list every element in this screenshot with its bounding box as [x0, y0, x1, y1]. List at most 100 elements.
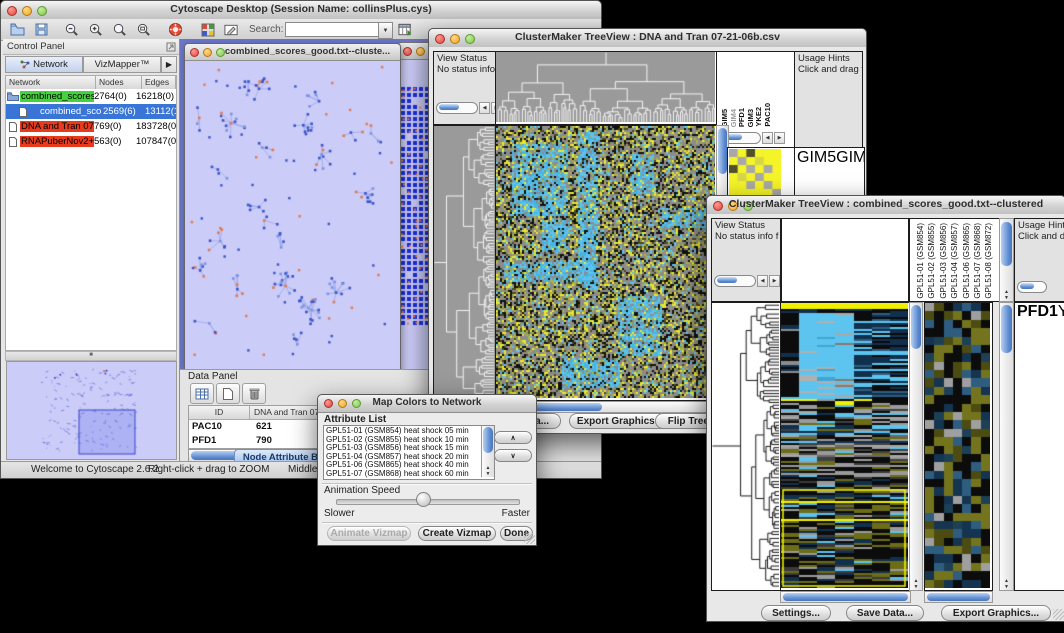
- close-button[interactable]: [403, 47, 412, 56]
- minimize-button[interactable]: [416, 47, 425, 56]
- delete-attribute-trash-icon[interactable]: [242, 383, 266, 404]
- annotation-icon[interactable]: [223, 21, 240, 38]
- attribute-item[interactable]: GPL51-02 (GSM855) heat shock 10 min: [324, 436, 481, 445]
- scroll-left-icon[interactable]: ◀: [762, 132, 773, 144]
- new-attribute-button[interactable]: [216, 383, 240, 404]
- table-mode-button[interactable]: [190, 383, 214, 404]
- row-dendrogram[interactable]: [433, 125, 497, 401]
- network-view-canvas[interactable]: [186, 61, 398, 368]
- float-panel-icon[interactable]: [166, 42, 176, 52]
- scroll-arrows[interactable]: ▲▼: [1000, 289, 1013, 301]
- resize-grip[interactable]: [1053, 609, 1064, 620]
- heatmap-vscrollbar[interactable]: ▲▼: [909, 302, 923, 591]
- open-session-button[interactable]: [9, 21, 26, 38]
- speed-slider-thumb[interactable]: [416, 492, 431, 507]
- treeview2-titlebar[interactable]: ClusterMaker TreeView : combined_scores_…: [707, 196, 1064, 215]
- zoom-selected-icon[interactable]: [135, 21, 152, 38]
- zoom-fit-icon[interactable]: [111, 21, 128, 38]
- col-network[interactable]: Network: [6, 76, 96, 89]
- export-graphics-button[interactable]: Export Graphics...: [941, 605, 1051, 621]
- scroll-left-icon[interactable]: ◀: [757, 275, 768, 287]
- treeview2-window: ClusterMaker TreeView : combined_scores_…: [706, 195, 1064, 622]
- gene-dendrogram[interactable]: [711, 302, 782, 591]
- network-row[interactable]: combined_scores 2764(0) 16218(0): [6, 89, 176, 104]
- gene-label[interactable]: YRA1: [1058, 303, 1064, 320]
- attribute-item[interactable]: GPL51-06 (GSM865) heat shock 40 min: [324, 461, 481, 470]
- view-status-title: View Status: [437, 53, 496, 64]
- control-panel: Control Panel Network VizMapper™ ▶ Netwo…: [3, 39, 180, 463]
- scroll-right-icon[interactable]: ▶: [769, 275, 780, 287]
- animate-vizmap-button[interactable]: Animate Vizmap: [327, 526, 411, 541]
- zoom-heatmap[interactable]: [924, 302, 993, 591]
- animate-vizmap-label: Animate Vizmap: [330, 528, 407, 539]
- control-panel-title: Control Panel: [7, 41, 65, 52]
- vizmapper-grid-icon[interactable]: [199, 21, 216, 38]
- column-label: GPL51-03 (GSM856): [938, 223, 949, 299]
- mini-scrollbar[interactable]: ◀▶: [714, 275, 780, 287]
- col-edges[interactable]: Edges: [142, 76, 176, 89]
- heatmap-hscrollbar[interactable]: [780, 591, 911, 603]
- import-table-icon[interactable]: [397, 21, 414, 38]
- resize-grip[interactable]: [524, 533, 535, 544]
- dialog-titlebar[interactable]: Map Colors to Network: [318, 395, 536, 413]
- global-heatmap[interactable]: [780, 302, 911, 591]
- search-input[interactable]: [285, 22, 383, 37]
- col-id[interactable]: ID: [189, 406, 250, 419]
- attribute-item[interactable]: GPL51-07 (GSM868) heat shock 60 min: [324, 470, 481, 479]
- search-dropdown-button[interactable]: ▼: [378, 22, 393, 39]
- search-label: Search:: [249, 24, 283, 35]
- help-lifesaver-icon[interactable]: [167, 21, 184, 38]
- list-vscrollbar[interactable]: ▲▼: [481, 426, 494, 477]
- gene-label[interactable]: PFD1: [1017, 303, 1058, 320]
- attribute-list[interactable]: GPL51-01 (GSM854) heat shock 05 minGPL51…: [323, 425, 495, 480]
- zoom-heatmap[interactable]: [729, 149, 781, 197]
- tab-network-label: Network: [33, 59, 68, 70]
- mini-scrollbar[interactable]: ◀▶: [436, 102, 497, 114]
- document-icon: [6, 137, 20, 147]
- scroll-arrows[interactable]: ▲▼: [910, 578, 922, 590]
- attribute-item[interactable]: GPL51-03 (GSM856) heat shock 15 min: [324, 444, 481, 453]
- treeview1-titlebar[interactable]: ClusterMaker TreeView : DNA and Tran 07-…: [429, 29, 866, 48]
- attribute-item[interactable]: GPL51-04 (GSM857) heat shock 20 min: [324, 453, 481, 462]
- gene-label[interactable]: GIM4: [836, 149, 865, 166]
- zoom-hscrollbar[interactable]: [924, 591, 993, 603]
- save-data-button[interactable]: Save Data...: [846, 605, 924, 621]
- view-status-panel: View Status No status info f ◀▶: [711, 218, 781, 302]
- network-name: combined_sco: [30, 106, 103, 117]
- dialog-title: Map Colors to Network: [318, 397, 536, 408]
- labels-vscrollbar[interactable]: ▲▼: [999, 218, 1014, 302]
- network-row[interactable]: RNAPuberNov2+ 563(0) 107847(0): [6, 134, 176, 149]
- network-edges: 107847(0): [136, 136, 176, 147]
- scroll-arrows[interactable]: ▲▼: [482, 465, 494, 477]
- caret-up-icon: ∧: [510, 434, 515, 442]
- col-nodes[interactable]: Nodes: [96, 76, 142, 89]
- zoom-in-icon[interactable]: [87, 21, 104, 38]
- scroll-right-icon[interactable]: ▶: [774, 132, 785, 144]
- network-window-titlebar[interactable]: combined_scores_good.txt--cluste...: [185, 44, 400, 61]
- network-overview[interactable]: [6, 361, 177, 460]
- divider: [322, 522, 532, 524]
- mini-scrollbar[interactable]: [1017, 281, 1047, 293]
- tab-vizmapper-label: VizMapper™: [95, 59, 150, 70]
- save-session-button[interactable]: [33, 21, 50, 38]
- column-dendrogram[interactable]: [495, 51, 718, 125]
- tab-overflow-button[interactable]: ▶: [161, 56, 177, 73]
- gene-label[interactable]: GIM5: [797, 149, 836, 166]
- zoom-vscrollbar[interactable]: ▲▼: [999, 302, 1014, 591]
- scroll-arrows[interactable]: ▲▼: [1000, 578, 1013, 590]
- settings-button[interactable]: Settings...: [761, 605, 831, 621]
- network-row[interactable]: DNA and Tran 07 769(0) 183728(0): [6, 119, 176, 134]
- tab-network[interactable]: Network: [5, 56, 83, 73]
- zoom-out-icon[interactable]: [63, 21, 80, 38]
- network-row-selected[interactable]: combined_sco 2569(6) 13112(15): [6, 104, 176, 119]
- network-table: combined_scores 2764(0) 16218(0) combine…: [5, 89, 177, 351]
- move-down-button[interactable]: ∨: [494, 449, 532, 462]
- attribute-item[interactable]: GPL51-01 (GSM854) heat shock 05 min: [324, 427, 481, 436]
- create-vizmap-button[interactable]: Create Vizmap: [418, 526, 496, 541]
- move-up-button[interactable]: ∧: [494, 431, 532, 444]
- main-titlebar[interactable]: Cytoscape Desktop (Session Name: collins…: [1, 1, 601, 20]
- scroll-left-icon[interactable]: ◀: [479, 102, 490, 114]
- tab-vizmapper[interactable]: VizMapper™: [83, 56, 161, 73]
- global-heatmap[interactable]: [495, 125, 718, 401]
- panel-splitter[interactable]: ■: [5, 351, 177, 361]
